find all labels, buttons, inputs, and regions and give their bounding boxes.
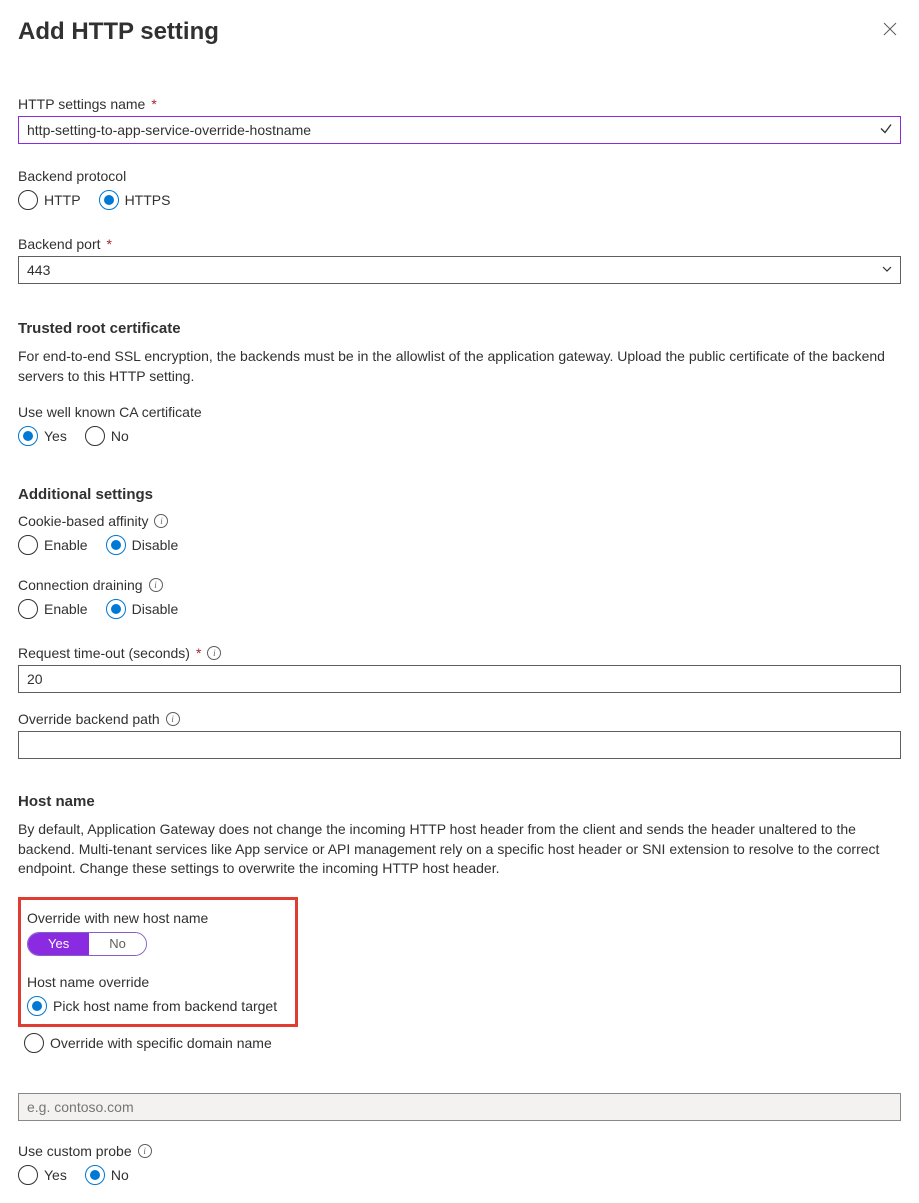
radio-icon bbox=[18, 190, 38, 210]
backend-protocol-https[interactable]: HTTPS bbox=[99, 190, 171, 210]
cookie-affinity-label: Cookie-based affinity i bbox=[18, 513, 901, 529]
hostname-override-pick[interactable]: Pick host name from backend target bbox=[27, 996, 285, 1016]
radio-icon bbox=[18, 535, 38, 555]
trusted-root-heading: Trusted root certificate bbox=[18, 320, 901, 337]
domain-name-input bbox=[18, 1093, 901, 1121]
radio-icon bbox=[85, 1165, 105, 1185]
override-hostname-toggle[interactable]: Yes No bbox=[27, 932, 147, 956]
request-timeout-label: Request time-out (seconds)* i bbox=[18, 645, 901, 661]
close-icon bbox=[883, 22, 897, 36]
custom-probe-yes[interactable]: Yes bbox=[18, 1165, 67, 1185]
use-well-known-ca-label: Use well known CA certificate bbox=[18, 404, 901, 420]
radio-icon bbox=[18, 599, 38, 619]
override-hostname-no[interactable]: No bbox=[89, 933, 146, 955]
close-button[interactable] bbox=[879, 18, 901, 43]
request-timeout-input[interactable] bbox=[18, 665, 901, 693]
hostname-heading: Host name bbox=[18, 793, 901, 810]
checkmark-icon bbox=[879, 122, 893, 139]
radio-icon bbox=[99, 190, 119, 210]
radio-icon bbox=[27, 996, 47, 1016]
hostname-override-label: Host name override bbox=[27, 974, 285, 990]
radio-icon bbox=[85, 426, 105, 446]
connection-draining-enable[interactable]: Enable bbox=[18, 599, 88, 619]
highlight-box: Override with new host name Yes No Host … bbox=[18, 897, 298, 1027]
info-icon[interactable]: i bbox=[154, 514, 168, 528]
hostname-override-specific[interactable]: Override with specific domain name bbox=[24, 1033, 901, 1053]
cookie-affinity-enable[interactable]: Enable bbox=[18, 535, 88, 555]
radio-icon bbox=[24, 1033, 44, 1053]
radio-icon bbox=[18, 1165, 38, 1185]
cookie-affinity-disable[interactable]: Disable bbox=[106, 535, 179, 555]
radio-icon bbox=[106, 599, 126, 619]
trusted-root-description: For end-to-end SSL encryption, the backe… bbox=[18, 347, 901, 386]
backend-protocol-label: Backend protocol bbox=[18, 168, 901, 184]
http-settings-name-label: HTTP settings name* bbox=[18, 96, 901, 112]
http-settings-name-input[interactable] bbox=[18, 116, 901, 144]
custom-probe-label: Use custom probe i bbox=[18, 1143, 901, 1159]
info-icon[interactable]: i bbox=[207, 646, 221, 660]
connection-draining-label: Connection draining i bbox=[18, 577, 901, 593]
radio-icon bbox=[18, 426, 38, 446]
info-icon[interactable]: i bbox=[166, 712, 180, 726]
override-backend-path-input[interactable] bbox=[18, 731, 901, 759]
additional-settings-heading: Additional settings bbox=[18, 486, 901, 503]
override-backend-path-label: Override backend path i bbox=[18, 711, 901, 727]
custom-probe-no[interactable]: No bbox=[85, 1165, 129, 1185]
ca-no[interactable]: No bbox=[85, 426, 129, 446]
hostname-description: By default, Application Gateway does not… bbox=[18, 820, 901, 879]
backend-port-label: Backend port* bbox=[18, 236, 901, 252]
ca-yes[interactable]: Yes bbox=[18, 426, 67, 446]
info-icon[interactable]: i bbox=[138, 1144, 152, 1158]
backend-port-input[interactable] bbox=[18, 256, 901, 284]
override-hostname-yes[interactable]: Yes bbox=[28, 933, 89, 955]
radio-icon bbox=[106, 535, 126, 555]
info-icon[interactable]: i bbox=[149, 578, 163, 592]
backend-protocol-http[interactable]: HTTP bbox=[18, 190, 81, 210]
page-title: Add HTTP setting bbox=[18, 18, 219, 46]
override-new-hostname-label: Override with new host name bbox=[27, 910, 285, 926]
connection-draining-disable[interactable]: Disable bbox=[106, 599, 179, 619]
